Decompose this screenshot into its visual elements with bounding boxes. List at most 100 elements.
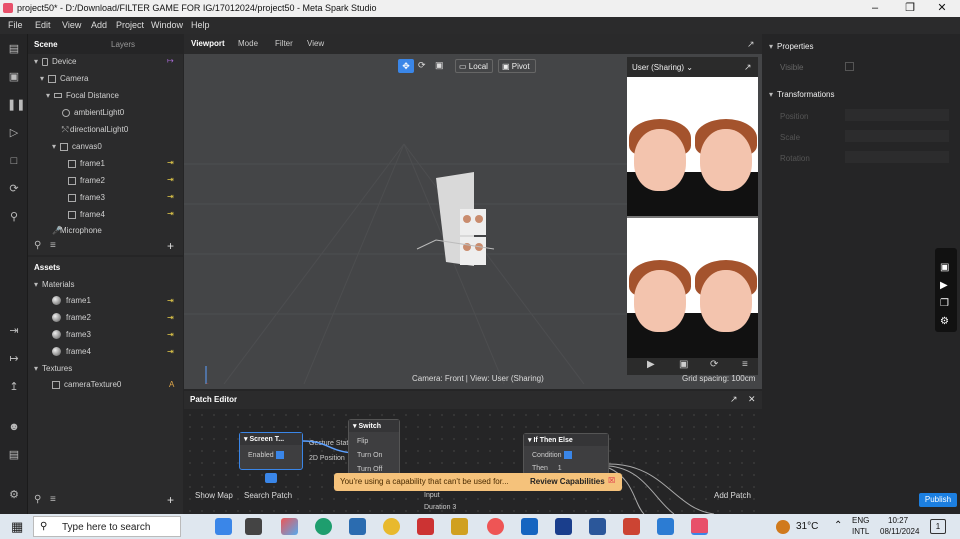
material-frame1[interactable]: frame1	[52, 296, 91, 306]
wps-icon[interactable]	[417, 518, 434, 535]
tree-camera[interactable]: ▾ Camera	[40, 74, 88, 83]
turn-on-port[interactable]: Turn On	[357, 452, 382, 459]
link-icon[interactable]: ⇥	[167, 330, 174, 339]
layout-icon[interactable]: ▤	[7, 42, 21, 56]
lang-code[interactable]: ENG	[852, 516, 869, 525]
bug-icon[interactable]: ☻	[7, 420, 21, 434]
refresh-icon[interactable]: ⟳	[7, 182, 21, 196]
then-port[interactable]: Then 1	[532, 465, 562, 472]
tree-ambient-light[interactable]: ambientLight0	[62, 108, 124, 117]
scale-fields[interactable]	[845, 130, 949, 142]
condition-checkbox[interactable]	[563, 451, 572, 459]
app-icon[interactable]	[623, 518, 640, 535]
export-icon[interactable]: ↦	[7, 352, 21, 366]
if-then-else-node[interactable]: ▾ If Then Else Condition Then 1	[523, 433, 609, 475]
tab-viewport[interactable]: Viewport	[191, 39, 225, 48]
menu-add[interactable]: Add	[91, 20, 107, 30]
rotation-fields[interactable]	[845, 151, 949, 163]
material-frame3[interactable]: frame3	[52, 330, 91, 340]
scene-3d-view[interactable]	[184, 54, 627, 384]
expand-icon[interactable]: ↗	[744, 62, 752, 73]
video-icon[interactable]: ▶	[940, 280, 948, 291]
clock-date[interactable]: 08/11/2024	[880, 527, 919, 536]
properties-header[interactable]: ▾ Properties	[769, 42, 813, 51]
close-icon[interactable]: ☒	[608, 476, 615, 485]
transformations-header[interactable]: ▾ Transformations	[769, 90, 835, 99]
menu-project[interactable]: Project	[116, 20, 144, 30]
tree-frame2[interactable]: frame2	[68, 176, 105, 185]
link-icon[interactable]: ⇥	[167, 296, 174, 305]
tab-mode[interactable]: Mode	[238, 39, 258, 48]
clock-time[interactable]: 10:27	[888, 516, 908, 525]
material-frame4[interactable]: frame4	[52, 347, 91, 357]
preview-device-select[interactable]: User (Sharing) ⌄	[632, 63, 693, 72]
task-view-icon[interactable]	[245, 518, 262, 535]
pause-icon[interactable]: ❚❚	[7, 98, 25, 112]
tree-frame4[interactable]: frame4	[68, 210, 105, 219]
notification-icon[interactable]: 1	[930, 519, 946, 534]
menu-view[interactable]: View	[62, 20, 81, 30]
screenshot-icon[interactable]: ▣	[679, 359, 688, 370]
lang-layout[interactable]: INTL	[852, 527, 869, 536]
device-link-icon[interactable]: ↦	[167, 56, 174, 65]
material-frame2[interactable]: frame2	[52, 313, 91, 323]
expand-icon[interactable]: ↗	[747, 39, 755, 50]
tab-layers[interactable]: Layers	[111, 40, 135, 49]
tab-scene[interactable]: Scene	[34, 40, 58, 49]
chrome-icon[interactable]	[383, 518, 400, 535]
weather-temp[interactable]: 31°C	[796, 521, 818, 532]
expand-icon[interactable]: ↗	[730, 394, 738, 405]
spark-studio-icon[interactable]	[691, 518, 708, 535]
tree-frame3[interactable]: frame3	[68, 193, 105, 202]
search-icon[interactable]: ⚲	[34, 240, 41, 251]
filter-icon[interactable]: ≡	[50, 494, 56, 505]
link-icon[interactable]: ⇥	[167, 313, 174, 322]
enabled-checkbox[interactable]	[275, 451, 284, 459]
enabled-port[interactable]: Enabled	[248, 451, 284, 459]
chevron-up-icon[interactable]: ⌃	[834, 520, 842, 531]
console-icon[interactable]: ▤	[7, 448, 21, 462]
menu-icon[interactable]: ≡	[742, 359, 748, 370]
menu-file[interactable]: File	[8, 20, 23, 30]
link-icon[interactable]: ⇥	[167, 175, 174, 184]
copilot-icon[interactable]	[281, 518, 298, 535]
preview-screen[interactable]	[627, 77, 758, 358]
add-patch-button[interactable]: Add Patch	[714, 491, 751, 500]
close-button[interactable]: ✕	[927, 0, 957, 17]
vscode-icon[interactable]	[657, 518, 674, 535]
publish-button[interactable]: Publish	[919, 493, 957, 507]
search-patch-button[interactable]: Search Patch	[244, 491, 292, 500]
search-icon[interactable]: ⚲	[7, 210, 21, 224]
tree-textures[interactable]: ▾ Textures	[34, 364, 72, 373]
next-icon[interactable]: ▷	[7, 126, 21, 140]
search-icon[interactable]: ⚲	[34, 494, 41, 505]
file-explorer-icon[interactable]	[451, 518, 468, 535]
add-object-button[interactable]: +	[167, 239, 174, 253]
layers-icon[interactable]: ❐	[940, 298, 949, 309]
close-icon[interactable]: ✕	[748, 394, 756, 405]
rotate-device-icon[interactable]: ⟳	[710, 359, 718, 370]
flip-port[interactable]: Flip	[357, 438, 368, 445]
stop-icon[interactable]: □	[7, 154, 21, 168]
photo-icon[interactable]: ▣	[940, 262, 949, 273]
tree-focal-distance[interactable]: ▾ Focal Distance	[46, 91, 119, 100]
texture-camera[interactable]: cameraTexture0	[52, 380, 121, 389]
link-icon[interactable]: ⇥	[167, 192, 174, 201]
chrome-profile-icon[interactable]	[487, 518, 504, 535]
menu-edit[interactable]: Edit	[35, 20, 51, 30]
switch-node[interactable]: ▾ Switch Flip Turn On Turn Off	[348, 419, 400, 477]
add-asset-button[interactable]: +	[167, 493, 174, 507]
taskbar-search[interactable]: ⚲ Type here to search	[33, 516, 181, 537]
tab-filter[interactable]: Filter	[275, 39, 293, 48]
edge-icon[interactable]	[315, 518, 332, 535]
lens-icon[interactable]	[555, 518, 572, 535]
app-icon[interactable]	[215, 518, 232, 535]
link-icon[interactable]: ⇥	[167, 209, 174, 218]
link-icon[interactable]: ⇥	[167, 347, 174, 356]
tree-frame1[interactable]: frame1	[68, 159, 105, 168]
menu-window[interactable]: Window	[151, 20, 183, 30]
node-settings-icon[interactable]	[265, 473, 277, 483]
import-icon[interactable]: ⇥	[7, 324, 21, 338]
settings-icon[interactable]: ⚙	[7, 488, 21, 502]
outlook-icon[interactable]	[521, 518, 538, 535]
